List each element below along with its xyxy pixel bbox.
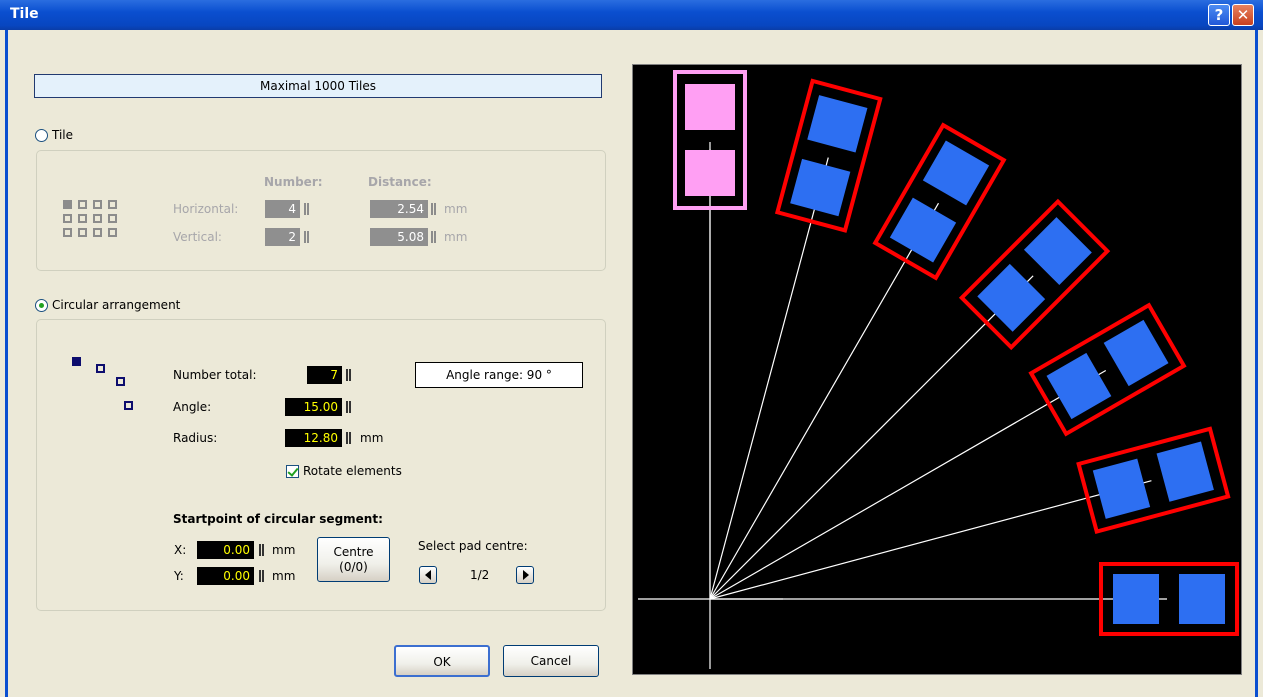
preview-drawing (638, 70, 1239, 669)
spoke-line (709, 369, 1107, 600)
pad (790, 158, 851, 217)
window-title: Tile (10, 6, 39, 22)
close-button[interactable]: ✕ (1232, 4, 1254, 26)
tile-element (1028, 302, 1187, 437)
horizontal-number-spinner[interactable] (304, 202, 310, 216)
number-total-spinner[interactable] (346, 368, 352, 382)
pad (1092, 458, 1151, 519)
preview-canvas (632, 64, 1242, 675)
centre-button[interactable]: Centre (0/0) (317, 537, 390, 582)
angle-label: Angle: (173, 400, 212, 414)
horizontal-distance-spinner[interactable] (431, 202, 437, 216)
help-button[interactable]: ? (1208, 4, 1230, 26)
pad (1103, 319, 1169, 387)
angle-field[interactable]: 15.00 (285, 398, 342, 416)
horizontal-unit: mm (444, 202, 468, 216)
pad (685, 150, 735, 196)
rotate-elements-checkbox[interactable] (286, 465, 299, 478)
vertical-label: Vertical: (173, 230, 222, 244)
vertical-unit: mm (444, 230, 468, 244)
start-y-field[interactable]: 0.00 (197, 567, 254, 585)
vertical-distance-spinner[interactable] (431, 230, 437, 244)
number-header: Number: (264, 175, 323, 189)
start-y-label: Y: (174, 569, 184, 583)
spoke-line (709, 202, 940, 600)
max-tiles-banner: Maximal 1000 Tiles (34, 74, 602, 98)
tile-group (36, 150, 606, 271)
start-y-spinner[interactable] (259, 569, 265, 583)
circular-radio[interactable] (35, 299, 48, 312)
startpoint-heading: Startpoint of circular segment: (173, 512, 383, 526)
tile-radio[interactable] (35, 129, 48, 142)
start-x-spinner[interactable] (259, 543, 265, 557)
number-total-field[interactable]: 7 (307, 366, 342, 384)
pad-centre-prev-button[interactable] (419, 566, 437, 584)
centre-button-line1: Centre (333, 545, 374, 559)
select-pad-centre-label: Select pad centre: (418, 539, 528, 553)
vertical-number-field[interactable]: 2 (265, 228, 300, 246)
pad (922, 140, 990, 206)
element-outline (1028, 302, 1187, 437)
start-x-label: X: (174, 543, 187, 557)
vertical-distance-field[interactable]: 5.08 (370, 228, 428, 246)
angle-range-display: Angle range: 90 ° (415, 362, 583, 388)
tile-element (872, 122, 1007, 281)
tile-element (1099, 562, 1239, 636)
pad (1113, 574, 1159, 624)
centre-button-line2: (0/0) (339, 560, 368, 574)
radius-spinner[interactable] (346, 431, 352, 445)
horizontal-label: Horizontal: (173, 202, 239, 216)
tile-element (774, 78, 883, 233)
pad (1156, 441, 1214, 502)
title-bar: Tile ? ✕ (0, 0, 1263, 30)
distance-header: Distance: (368, 175, 432, 189)
pad-centre-value: 1/2 (470, 568, 490, 582)
pad (1046, 352, 1112, 420)
ok-button[interactable]: OK (394, 645, 490, 677)
start-x-unit: mm (272, 543, 296, 557)
number-total-label: Number total: (173, 368, 257, 382)
tile-element (1076, 426, 1231, 535)
start-x-field[interactable]: 0.00 (197, 541, 254, 559)
pad (1179, 574, 1225, 624)
pad (807, 95, 868, 153)
horizontal-number-field[interactable]: 4 (265, 200, 300, 218)
pad (685, 84, 735, 130)
spoke-line (709, 275, 1034, 600)
pad-centre-next-button[interactable] (516, 566, 534, 584)
radius-label: Radius: (173, 431, 218, 445)
vertical-number-spinner[interactable] (304, 230, 310, 244)
circular-radio-label: Circular arrangement (52, 298, 181, 312)
rotate-elements-label: Rotate elements (303, 464, 402, 478)
pad (889, 197, 957, 263)
tile-radio-label: Tile (52, 128, 74, 142)
spoke-line (709, 157, 829, 600)
spoke-line (709, 480, 1152, 600)
element-outline (872, 122, 1007, 281)
radius-field[interactable]: 12.80 (285, 429, 342, 447)
cancel-button[interactable]: Cancel (503, 645, 599, 677)
horizontal-distance-field[interactable]: 2.54 (370, 200, 428, 218)
radius-unit: mm (360, 431, 384, 445)
start-y-unit: mm (272, 569, 296, 583)
angle-spinner[interactable] (346, 400, 352, 414)
tile-element (673, 70, 747, 210)
